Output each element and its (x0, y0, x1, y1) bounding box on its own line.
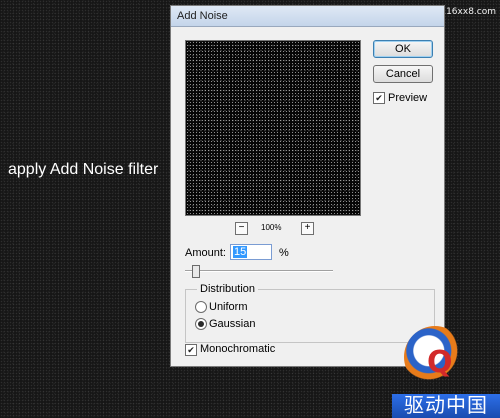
noise-preview[interactable] (185, 40, 361, 216)
amount-unit: % (279, 247, 289, 259)
distribution-title: Distribution (197, 283, 259, 295)
amount-slider-thumb[interactable] (192, 265, 200, 278)
cancel-button[interactable]: Cancel (373, 65, 433, 83)
amount-label: Amount: (185, 247, 226, 259)
monochromatic-label: Monochromatic (200, 343, 276, 355)
watermark-q-icon: Q (427, 345, 453, 380)
zoom-out-button[interactable]: − (235, 222, 248, 235)
dialog-title[interactable]: Add Noise (171, 6, 444, 27)
uniform-label: Uniform (209, 301, 248, 313)
zoom-level: 100% (261, 223, 282, 232)
monochromatic-checkbox[interactable]: ✔ (185, 344, 197, 356)
gaussian-radio[interactable] (195, 318, 207, 330)
distribution-group (185, 289, 435, 343)
watermark-text-bottom: 驱动中国 (392, 394, 500, 418)
caption-text: apply Add Noise filter (8, 161, 159, 178)
preview-label: Preview (388, 92, 428, 104)
zoom-in-button[interactable]: + (301, 222, 314, 235)
uniform-radio[interactable] (195, 301, 207, 313)
ok-button[interactable]: OK (373, 40, 433, 58)
add-noise-dialog: Add Noise − 100% + OK Cancel ✔ Preview A… (170, 5, 445, 367)
amount-value: 15 (233, 246, 248, 258)
preview-checkbox[interactable]: ✔ (373, 92, 385, 104)
amount-input[interactable]: 15 (230, 244, 272, 260)
amount-slider-track[interactable] (185, 270, 333, 272)
gaussian-label: Gaussian (209, 318, 256, 330)
